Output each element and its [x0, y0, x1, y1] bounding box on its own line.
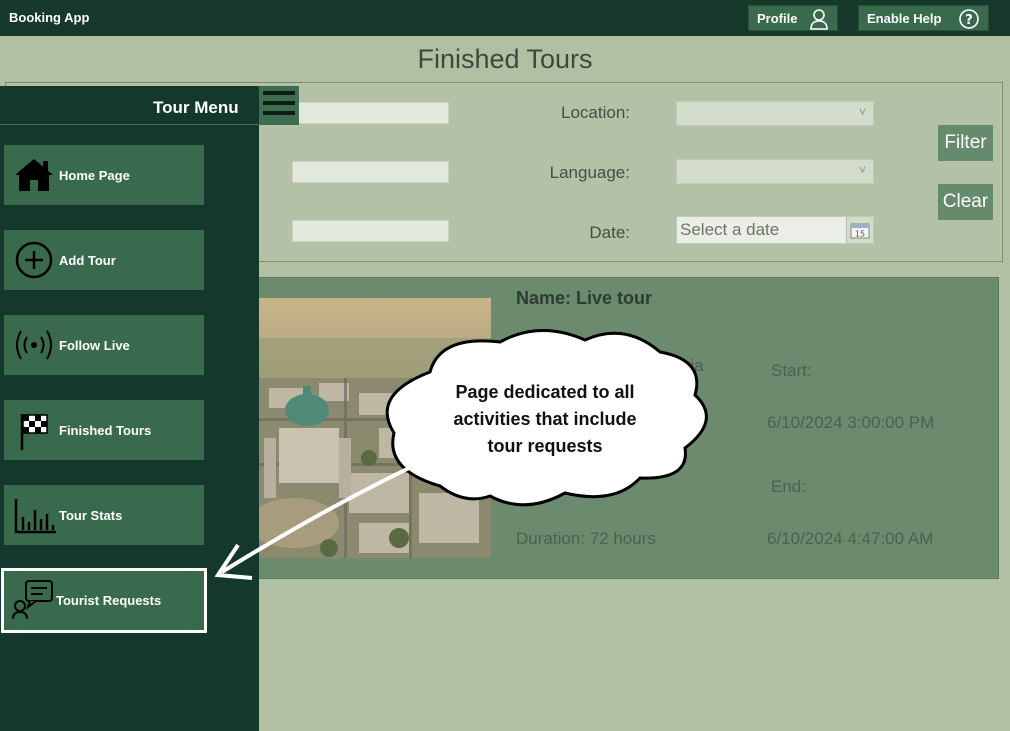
start-value: 6/10/2024 3:00:00 PM: [767, 413, 935, 432]
profile-button[interactable]: Profile: [748, 5, 838, 31]
sidebar-item-label: Finished Tours: [59, 423, 152, 438]
language-select[interactable]: ˅: [676, 159, 874, 184]
menu-title: Tour Menu: [153, 98, 239, 117]
person-icon: [810, 9, 828, 30]
top-bar: Booking App Profile Enable Help ?: [0, 0, 1010, 36]
sidebar-item-label: Tour Stats: [59, 508, 123, 523]
profile-label: Profile: [757, 10, 798, 26]
svg-text:?: ?: [965, 13, 973, 28]
help-label: Enable Help: [867, 10, 942, 26]
end-label: End:: [771, 477, 806, 496]
clear-button[interactable]: Clear: [938, 184, 993, 220]
house-icon: [15, 159, 53, 191]
sidebar-item-label: Follow Live: [59, 338, 130, 353]
name-filter-input[interactable]: [292, 102, 449, 124]
enable-help-button[interactable]: Enable Help ?: [858, 5, 989, 31]
location-select[interactable]: ˅: [676, 101, 874, 126]
checkered-flag-icon: [20, 414, 48, 450]
sidebar-item-label: Tourist Requests: [56, 593, 162, 608]
sidebar-item-finished-tours[interactable]: Finished Tours: [4, 400, 204, 460]
page-title: Finished Tours: [417, 44, 593, 74]
sidebar-item-follow-live[interactable]: Follow Live: [4, 315, 204, 375]
sidebar-item-home-page[interactable]: Home Page: [4, 145, 204, 205]
tourist-filter-input[interactable]: [292, 220, 449, 242]
sidebar-item-add-tour[interactable]: Add Tour: [4, 230, 204, 290]
chevron-down-icon: ˅: [858, 163, 866, 177]
callout-text: Page dedicated to all activities that in…: [420, 379, 670, 460]
start-label: Start:: [771, 361, 812, 380]
callout-line: Page dedicated to all: [455, 382, 635, 402]
sidebar-item-tour-stats[interactable]: Tour Stats: [4, 485, 204, 545]
date-label: Date:: [589, 223, 630, 242]
callout-line: tour requests: [487, 436, 603, 456]
guide-filter-input[interactable]: [292, 161, 449, 183]
date-picker[interactable]: Select a date 15: [676, 216, 874, 244]
chevron-down-icon: ˅: [858, 105, 866, 119]
filter-button[interactable]: Filter: [938, 125, 993, 161]
tour-location: ustria: [662, 356, 704, 375]
location-label: Location:: [561, 103, 630, 122]
sidebar-item-label: Home Page: [59, 168, 130, 183]
calendar-icon[interactable]: 15: [850, 221, 870, 239]
end-value: 6/10/2024 4:47:00 AM: [767, 529, 934, 548]
date-input[interactable]: Select a date: [677, 217, 847, 243]
language-label: Language:: [549, 163, 630, 182]
broadcast-icon: [16, 330, 52, 360]
person-message-icon: [12, 580, 53, 619]
bar-chart-icon: [14, 499, 56, 534]
app-title: Booking App: [9, 10, 90, 25]
hamburger-menu-icon[interactable]: [259, 86, 299, 125]
sidebar-item-tourist-requests[interactable]: Tourist Requests: [1, 568, 207, 633]
sidebar-item-label: Add Tour: [59, 253, 116, 268]
calendar-day: 15: [855, 230, 865, 239]
callout-line: activities that include: [453, 409, 637, 429]
tour-name: Name: Live tour: [516, 288, 653, 308]
plus-circle-icon: [15, 241, 53, 279]
question-circle-icon: ?: [959, 9, 979, 29]
tour-duration: Duration: 72 hours: [516, 529, 656, 548]
